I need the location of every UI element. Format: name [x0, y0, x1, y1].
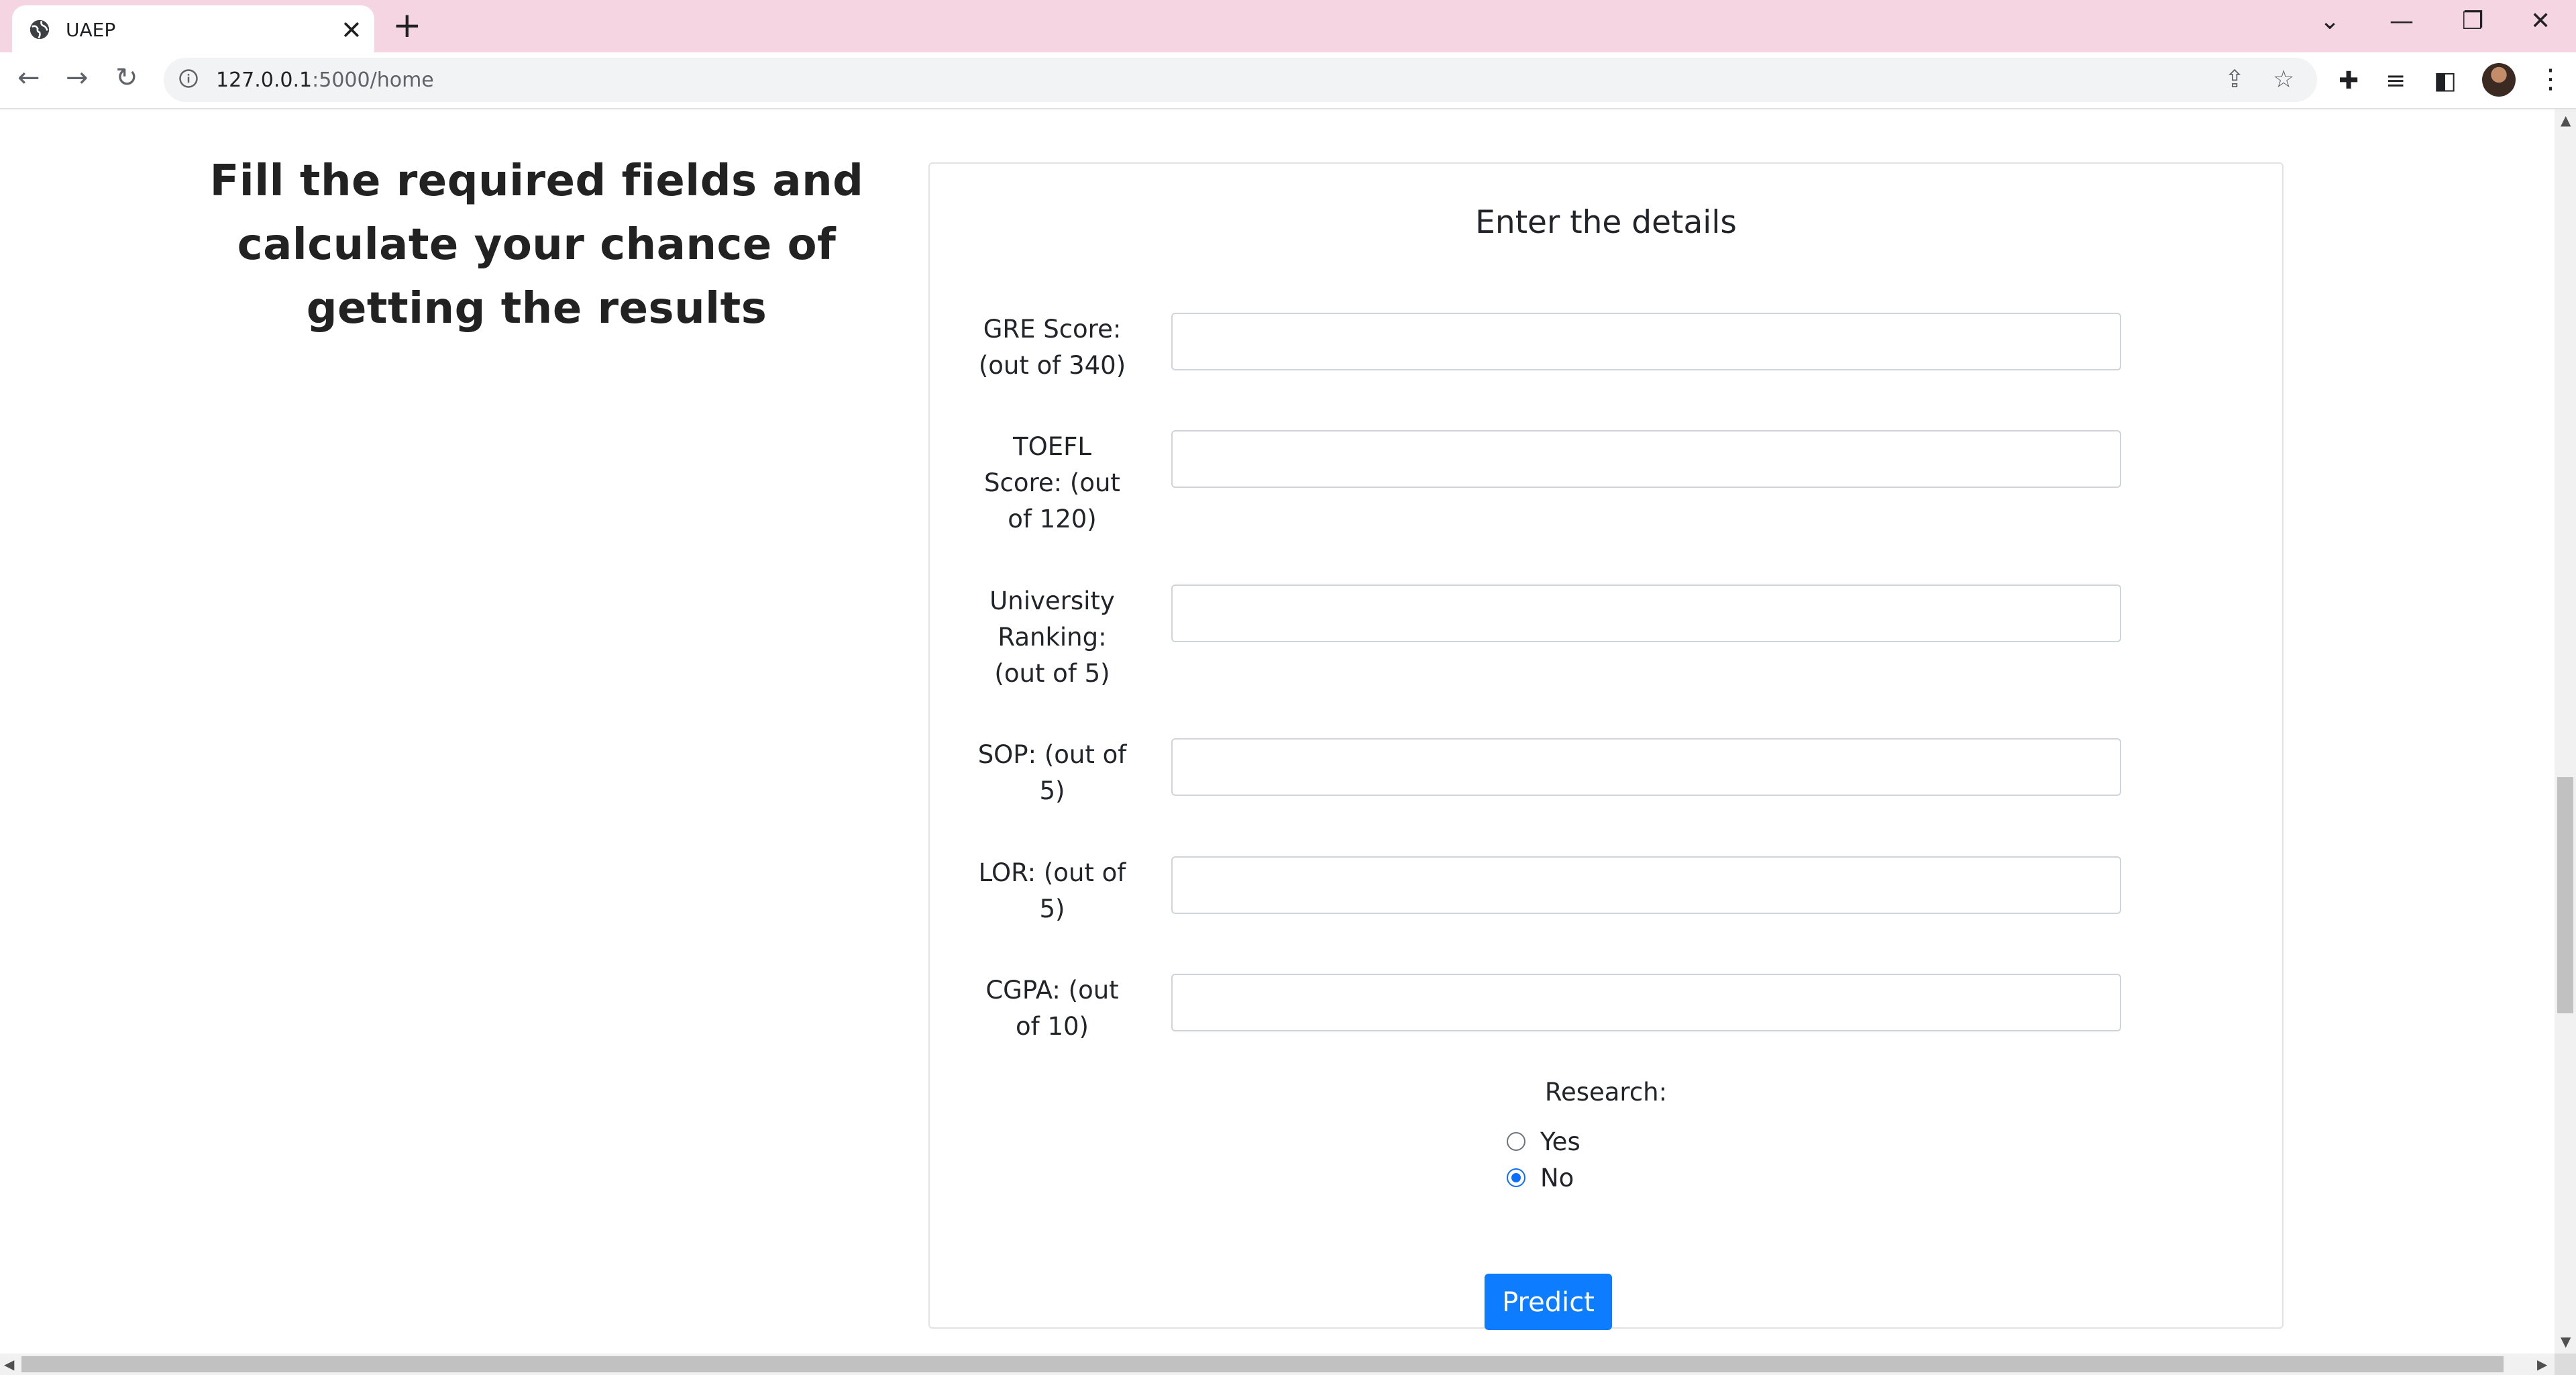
browser-toolbar: ← → ↻ 127.0.0.1:5000/home ⇪ ☆ ✚ ≡ ◧ ⋮ — [0, 52, 2576, 109]
minimize-button[interactable]: — — [2390, 8, 2414, 35]
profile-avatar[interactable] — [2482, 63, 2516, 97]
research-label: Research: — [1544, 1078, 1668, 1107]
tab-title: UAEP — [66, 19, 116, 41]
reload-icon[interactable]: ↻ — [115, 62, 138, 94]
predict-button[interactable]: Predict — [1485, 1274, 1612, 1330]
globe-icon — [30, 19, 50, 40]
window-close-button[interactable]: ✕ — [2530, 8, 2551, 35]
label-line: Score: (out — [984, 468, 1120, 497]
new-tab-button[interactable]: + — [392, 8, 422, 43]
bookmark-star-icon[interactable]: ☆ — [2273, 66, 2294, 94]
university-ranking-label: University Ranking: (out of 5) — [970, 583, 1134, 692]
cgpa-label: CGPA: (out of 10) — [970, 972, 1134, 1045]
label-line: of 10) — [1016, 1012, 1089, 1041]
yes-radio[interactable] — [1507, 1132, 1525, 1151]
forward-icon[interactable]: → — [66, 62, 89, 94]
cgpa-input[interactable] — [1171, 974, 2121, 1031]
horizontal-scroll-thumb[interactable] — [21, 1356, 2504, 1372]
page-heading: Fill the required fields and calculate y… — [201, 150, 872, 341]
vertical-scrollbar[interactable]: ▲ ▼ — [2555, 109, 2576, 1354]
no-radio[interactable] — [1507, 1168, 1525, 1187]
tab-strip: UAEP ✕ + ⌄ — ❐ ✕ — [0, 0, 2576, 52]
prediction-form-card: Enter the details GRE Score: (out of 340… — [928, 162, 2284, 1330]
url-host: 127.0.0.1 — [216, 68, 313, 92]
share-icon[interactable]: ⇪ — [2224, 66, 2245, 94]
university-ranking-input[interactable] — [1171, 584, 2121, 642]
lor-input[interactable] — [1171, 856, 2121, 914]
gre-score-label: GRE Score: (out of 340) — [970, 311, 1134, 384]
sop-label: SOP: (out of 5) — [970, 737, 1134, 809]
browser-tab[interactable]: UAEP ✕ — [12, 5, 374, 52]
side-panel-icon[interactable]: ◧ — [2434, 67, 2457, 95]
label-line: of 120) — [1008, 505, 1097, 533]
toefl-score-input[interactable] — [1171, 430, 2121, 488]
url-text: 127.0.0.1:5000/home — [216, 68, 434, 92]
site-info-icon[interactable] — [178, 68, 199, 89]
sop-input[interactable] — [1171, 738, 2121, 796]
no-label: No — [1540, 1164, 1574, 1192]
toefl-score-label: TOEFL Score: (out of 120) — [970, 429, 1134, 538]
page-viewport: Fill the required fields and calculate y… — [0, 109, 2555, 1354]
scroll-right-arrow-icon[interactable]: ▶ — [2537, 1356, 2547, 1372]
back-icon[interactable]: ← — [17, 62, 40, 94]
scroll-left-arrow-icon[interactable]: ◀ — [4, 1356, 14, 1372]
label-line: SOP: (out of — [977, 740, 1127, 769]
scroll-up-arrow-icon[interactable]: ▲ — [2561, 112, 2571, 128]
yes-label: Yes — [1540, 1127, 1580, 1156]
gre-score-input[interactable] — [1171, 313, 2121, 370]
menu-icon[interactable]: ⋮ — [2537, 63, 2564, 95]
heading-line: Fill the required fields and — [209, 156, 864, 206]
lor-label: LOR: (out of 5) — [970, 855, 1134, 927]
scroll-down-arrow-icon[interactable]: ▼ — [2561, 1333, 2571, 1349]
restore-button[interactable]: ❐ — [2462, 8, 2483, 35]
form-title: Enter the details — [1475, 204, 1737, 241]
vertical-scroll-thumb[interactable] — [2557, 777, 2573, 1013]
url-path: :5000/home — [312, 68, 434, 92]
label-line: 5) — [1039, 776, 1065, 805]
heading-line: calculate your chance of — [237, 220, 837, 270]
label-line: GRE Score: — [983, 315, 1122, 344]
label-line: CGPA: (out — [985, 976, 1119, 1005]
label-line: LOR: (out of — [978, 858, 1126, 887]
label-line: (out of 340) — [978, 351, 1126, 380]
label-line: (out of 5) — [994, 659, 1110, 688]
label-line: University — [989, 587, 1115, 615]
tab-search-icon[interactable]: ⌄ — [2320, 8, 2340, 35]
label-line: 5) — [1039, 895, 1065, 923]
close-tab-icon[interactable]: ✕ — [341, 17, 362, 43]
scrollbar-corner — [2555, 1354, 2576, 1375]
extensions-icon[interactable]: ✚ — [2339, 67, 2359, 95]
heading-line: getting the results — [306, 284, 767, 334]
horizontal-scrollbar[interactable]: ◀ ▶ — [0, 1354, 2555, 1375]
media-control-icon[interactable]: ≡ — [2385, 67, 2406, 95]
address-bar[interactable]: 127.0.0.1:5000/home ⇪ ☆ — [164, 58, 2317, 102]
label-line: TOEFL — [1013, 432, 1091, 461]
label-line: Ranking: — [998, 623, 1107, 652]
